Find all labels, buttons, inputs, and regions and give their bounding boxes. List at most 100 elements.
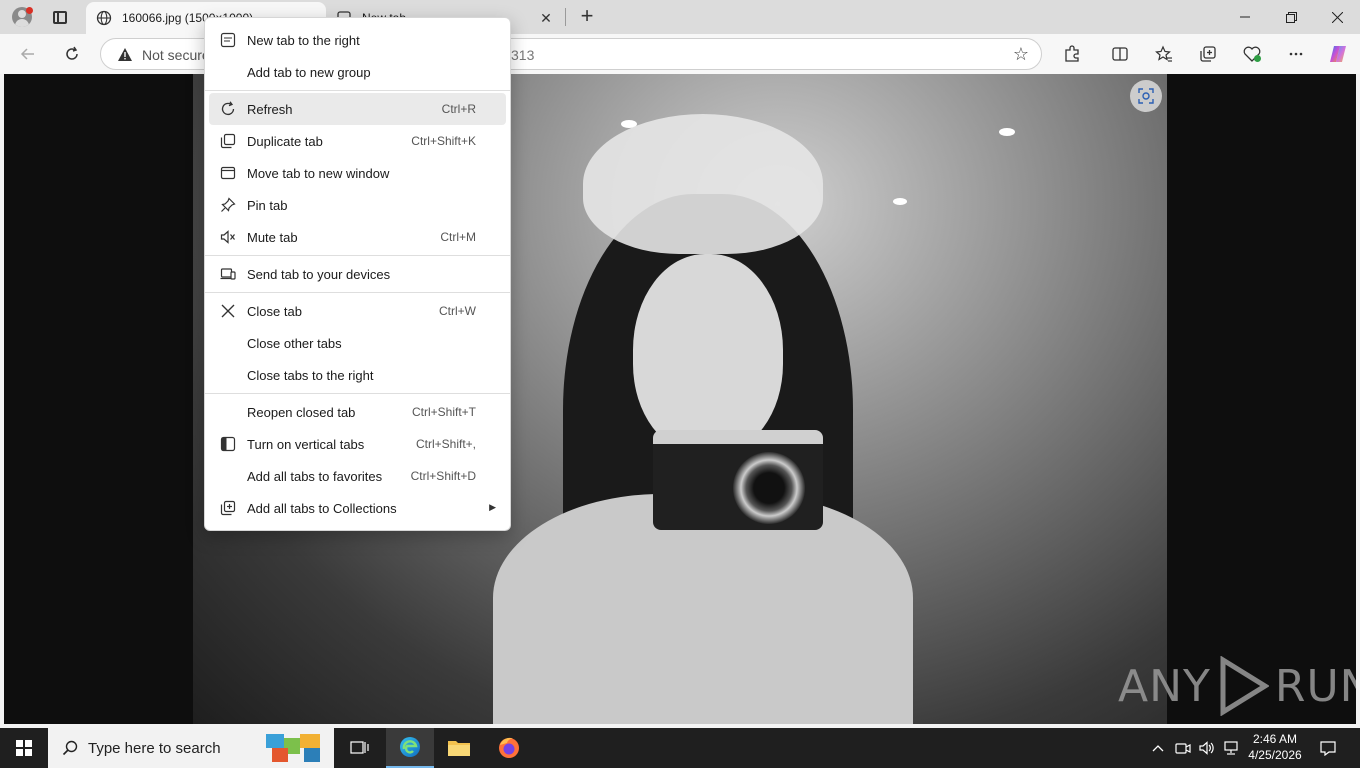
settings-more-button[interactable] — [1282, 40, 1310, 68]
menu-item-close-tab[interactable]: Close tab Ctrl+W — [209, 295, 506, 327]
devices-icon — [219, 265, 237, 283]
clock-date: 4/25/2026 — [1248, 748, 1302, 762]
photo-camera-lens — [733, 452, 805, 524]
back-button[interactable] — [14, 40, 42, 68]
network-icon — [1224, 741, 1238, 755]
taskbar-edge-button[interactable] — [386, 728, 434, 768]
ceiling-light — [893, 198, 907, 205]
menu-item-send-to-devices[interactable]: Send tab to your devices — [209, 258, 506, 290]
copilot-icon — [1330, 46, 1346, 62]
profile-notification-dot — [26, 7, 33, 14]
search-placeholder: Type here to search — [88, 739, 221, 757]
tab-separator — [565, 8, 566, 26]
tab-context-menu: New tab to the right Add tab to new grou… — [204, 17, 511, 531]
tab-actions-icon — [53, 10, 67, 24]
collections-button[interactable] — [1194, 40, 1222, 68]
favorites-button[interactable] — [1150, 40, 1178, 68]
photo-hat — [583, 114, 823, 254]
arrow-left-icon — [20, 48, 34, 60]
visual-search-button[interactable] — [1130, 80, 1162, 112]
close-icon — [1331, 11, 1343, 23]
volume-button[interactable] — [1196, 728, 1218, 768]
clock-time: 2:46 AM — [1252, 732, 1298, 746]
refresh-button[interactable] — [58, 40, 86, 68]
menu-item-reopen-closed-tab[interactable]: Reopen closed tab Ctrl+Shift+T — [209, 396, 506, 428]
anyrun-watermark: ANY RUN — [1118, 656, 1356, 716]
star-icon[interactable]: ☆ — [1013, 44, 1029, 65]
split-screen-icon — [1112, 47, 1128, 61]
task-view-icon — [350, 741, 369, 754]
menu-separator — [205, 292, 510, 293]
menu-item-close-other-tabs[interactable]: Close other tabs — [209, 327, 506, 359]
menu-item-add-tabs-to-favorites[interactable]: Add all tabs to favorites Ctrl+Shift+D — [209, 460, 506, 492]
collections-icon — [1200, 46, 1216, 62]
menu-item-vertical-tabs[interactable]: Turn on vertical tabs Ctrl+Shift+, — [209, 428, 506, 460]
taskbar-firefox-button[interactable] — [485, 728, 533, 768]
watermark-text-left: ANY — [1118, 660, 1211, 712]
restore-icon — [1285, 11, 1297, 23]
menu-item-add-to-group[interactable]: Add tab to new group — [209, 56, 506, 88]
network-button[interactable] — [1220, 728, 1242, 768]
windows-taskbar: Type here to search 2:46 AM 4/25/2026 — [0, 728, 1360, 768]
split-screen-button[interactable] — [1106, 40, 1134, 68]
refresh-icon — [219, 100, 237, 118]
menu-separator — [205, 255, 510, 256]
globe-icon — [96, 10, 112, 26]
warning-icon — [118, 48, 132, 61]
heart-pulse-icon — [1243, 46, 1261, 62]
tab-actions-button[interactable] — [46, 5, 74, 29]
puzzle-icon — [1065, 45, 1079, 62]
new-tab-button[interactable]: + — [574, 4, 600, 30]
speaker-icon — [1199, 741, 1214, 755]
menu-item-add-tabs-to-collections[interactable]: Add all tabs to Collections ▶ — [209, 492, 506, 524]
menu-item-close-tabs-right[interactable]: Close tabs to the right — [209, 359, 506, 391]
close-icon — [219, 302, 237, 320]
windows-logo-icon — [16, 740, 32, 756]
extensions-button[interactable] — [1058, 40, 1086, 68]
task-view-button[interactable] — [336, 728, 384, 768]
vertical-tabs-icon — [219, 435, 237, 453]
collections-add-icon — [219, 499, 237, 517]
menu-separator — [205, 90, 510, 91]
menu-item-pin-tab[interactable]: Pin tab — [209, 189, 506, 221]
copilot-button[interactable] — [1324, 40, 1352, 68]
favorites-icon — [1155, 45, 1172, 62]
menu-item-new-tab-right[interactable]: New tab to the right — [209, 24, 506, 56]
watermark-text-right: RUN — [1274, 660, 1356, 712]
notification-icon — [1320, 741, 1336, 756]
security-status[interactable]: Not secure — [142, 47, 210, 63]
chevron-up-icon — [1152, 745, 1164, 752]
taskbar-clock[interactable]: 2:46 AM 4/25/2026 — [1240, 731, 1310, 763]
profile-button[interactable] — [8, 5, 36, 29]
meet-now-button[interactable] — [1172, 728, 1194, 768]
menu-item-duplicate-tab[interactable]: Duplicate tab Ctrl+Shift+K — [209, 125, 506, 157]
play-logo-icon — [1220, 656, 1269, 716]
folder-icon — [448, 741, 470, 756]
search-icon — [62, 740, 78, 756]
menu-item-refresh[interactable]: Refresh Ctrl+R — [209, 93, 506, 125]
show-hidden-icons-button[interactable] — [1146, 728, 1170, 768]
start-button[interactable] — [0, 728, 48, 768]
url-text: 313 — [511, 47, 535, 63]
close-icon[interactable]: ✕ — [538, 10, 554, 26]
taskbar-file-explorer-button[interactable] — [435, 728, 483, 768]
submenu-arrow-icon: ▶ — [489, 502, 496, 512]
browser-essentials-button[interactable] — [1238, 40, 1266, 68]
window-icon — [219, 164, 237, 182]
menu-item-mute-tab[interactable]: Mute tab Ctrl+M — [209, 221, 506, 253]
mute-icon — [219, 228, 237, 246]
edge-icon — [400, 737, 420, 757]
minimize-button[interactable] — [1222, 0, 1268, 34]
duplicate-icon — [219, 132, 237, 150]
taskbar-search-box[interactable]: Type here to search — [48, 728, 334, 768]
restore-button[interactable] — [1268, 0, 1314, 34]
refresh-icon — [66, 46, 78, 60]
camera-icon — [1175, 743, 1191, 754]
notifications-button[interactable] — [1314, 728, 1342, 768]
new-tab-icon — [219, 31, 237, 49]
menu-item-move-to-window[interactable]: Move tab to new window — [209, 157, 506, 189]
more-horizontal-icon — [1289, 52, 1303, 56]
close-window-button[interactable] — [1314, 0, 1360, 34]
search-highlight-puzzle-icon — [266, 734, 320, 762]
visual-search-icon — [1138, 88, 1154, 104]
